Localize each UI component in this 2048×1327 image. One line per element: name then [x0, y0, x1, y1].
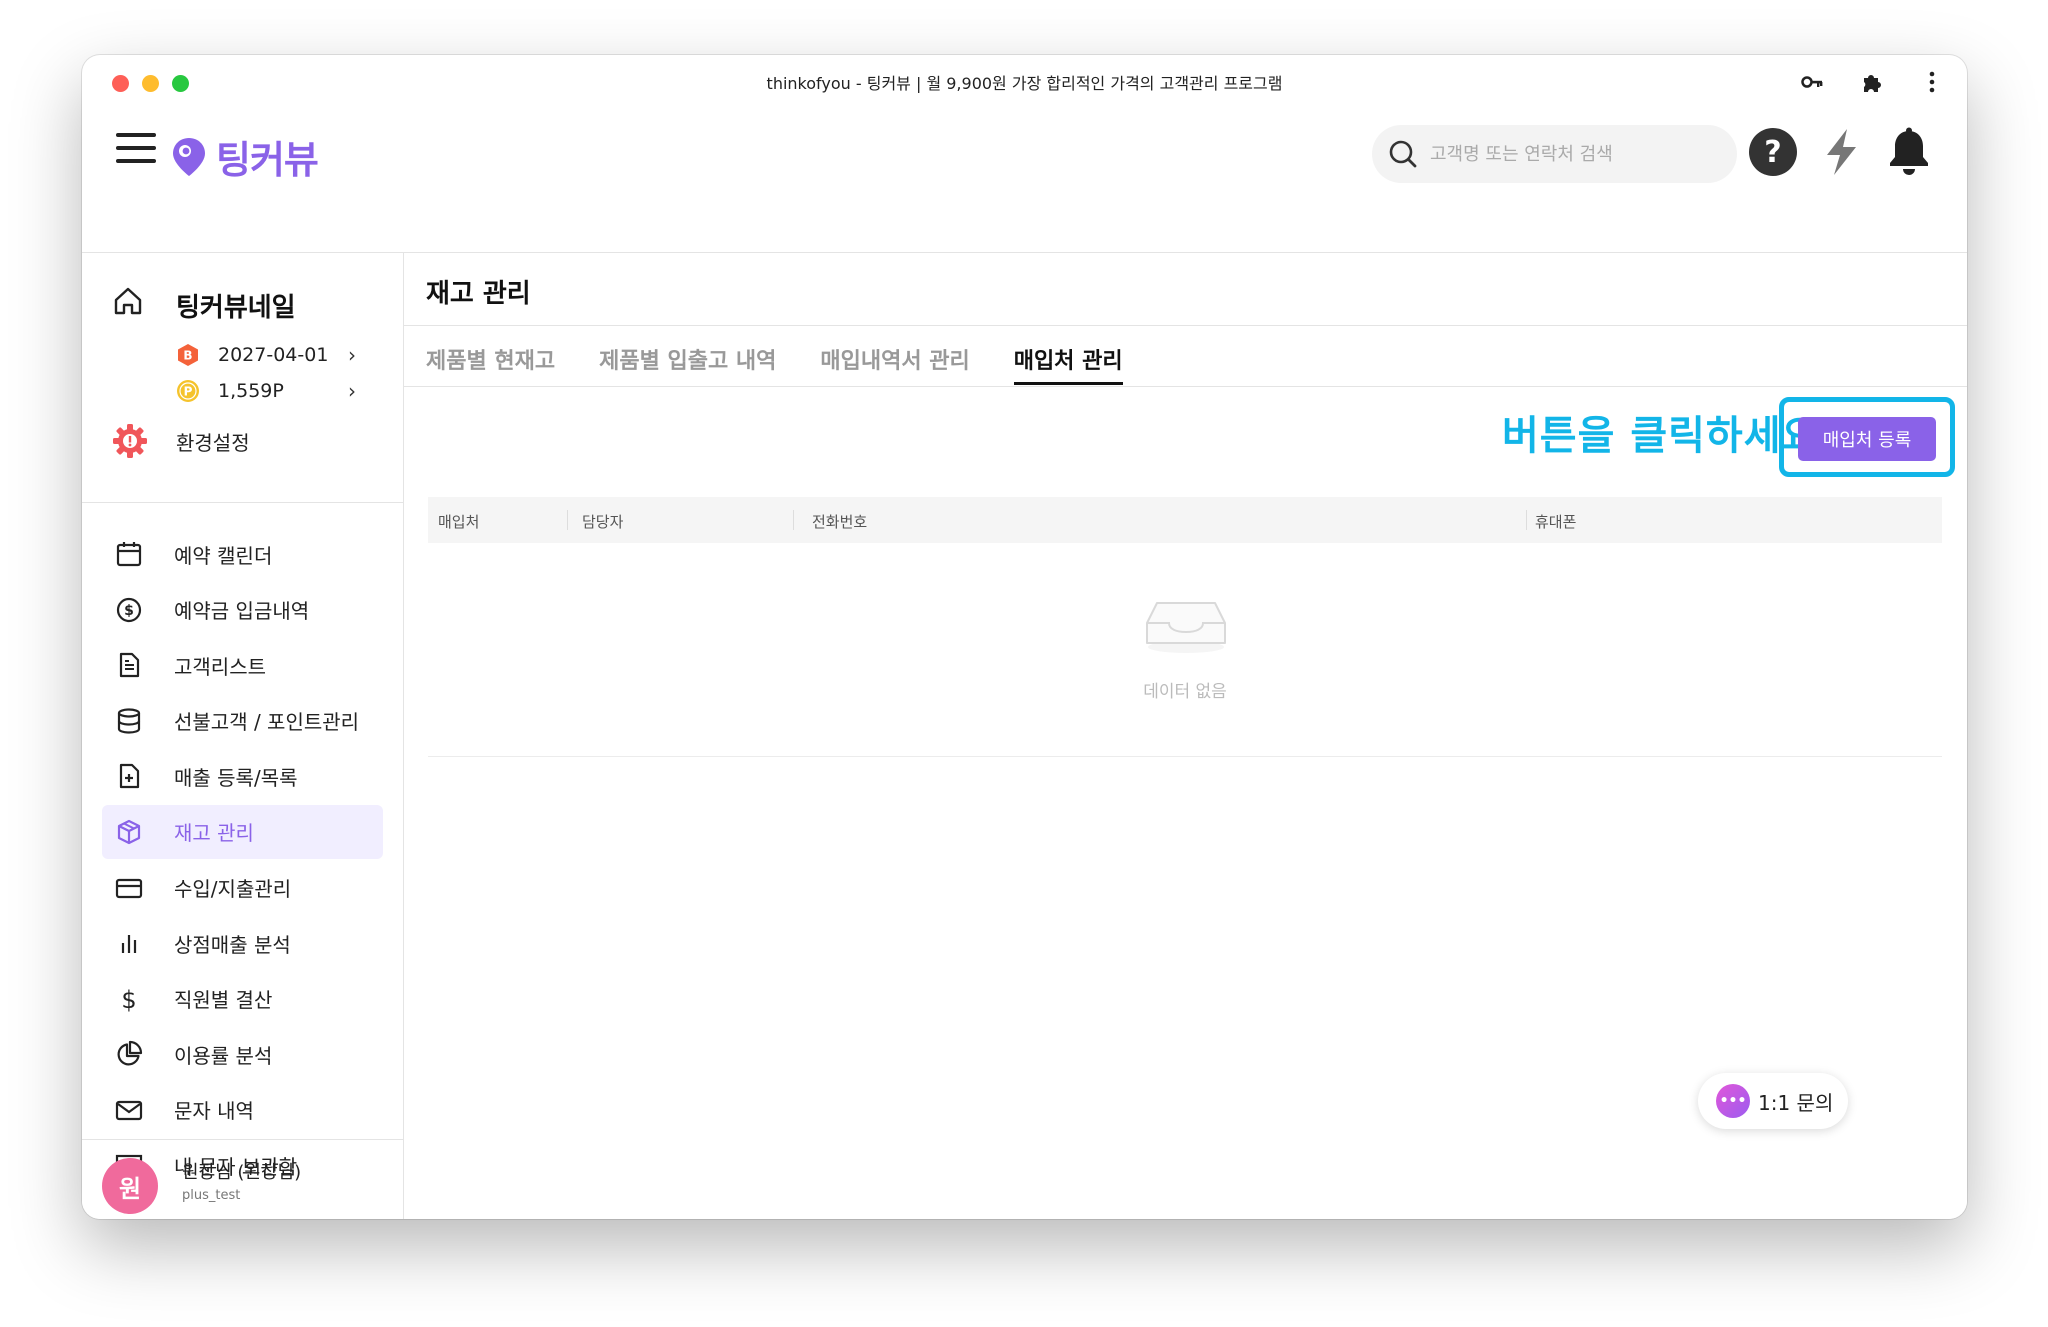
empty-inbox-icon: [1146, 602, 1226, 653]
tab-bar: 제품별 현재고 제품별 입출고 내역 매입내역서 관리 매입처 관리: [426, 333, 1123, 385]
empty-text: 데이터 없음: [1143, 682, 1227, 702]
tab-stock-in-out[interactable]: 제품별 입출고 내역: [599, 333, 776, 385]
home-icon[interactable]: [112, 285, 144, 321]
search-box[interactable]: [1372, 125, 1737, 183]
search-input[interactable]: [1430, 143, 1710, 165]
svg-text:B: B: [183, 349, 192, 363]
points-value: 1,559P: [218, 380, 284, 402]
sidebar-item-deposit-history[interactable]: $ 예약금 입금내역: [102, 583, 383, 637]
settings-label: 환경설정: [176, 430, 250, 455]
sidebar: 팅커뷰네일 B 2027-04-01 › P 1,559P › 환경설정 예약 …: [82, 253, 404, 1219]
svg-text:?: ?: [1764, 135, 1781, 170]
points-row[interactable]: P 1,559P ›: [176, 379, 356, 403]
column-header-phone[interactable]: 전화번호: [812, 511, 867, 532]
tab-purchase-statements[interactable]: 매입내역서 관리: [820, 333, 969, 385]
sidebar-item-prepaid-points[interactable]: 선불고객 / 포인트관리: [102, 694, 383, 748]
column-header-manager[interactable]: 담당자: [582, 511, 623, 532]
logo-text: 팅커뷰: [216, 138, 319, 182]
title-bar: thinkofyou - 팅커뷰 | 월 9,900원 가장 합리적인 가격의 …: [82, 55, 1967, 109]
chevron-right-icon: ›: [348, 379, 356, 403]
click-hint-annotation: 버튼을 클릭하세요: [1502, 413, 1820, 459]
app-window: thinkofyou - 팅커뷰 | 월 9,900원 가장 합리적인 가격의 …: [82, 55, 1967, 1219]
extension-icon[interactable]: [1859, 69, 1885, 95]
tab-supplier-management[interactable]: 매입처 관리: [1013, 333, 1123, 385]
sidebar-item-sms-history[interactable]: 문자 내역: [102, 1083, 383, 1137]
sidebar-item-reservation-calendar[interactable]: 예약 캘린더: [102, 527, 383, 581]
column-separator: [1526, 510, 1527, 530]
shop-info: 팅커뷰네일 B 2027-04-01 › P 1,559P › 환경설정: [82, 253, 403, 503]
bar-chart-icon: [114, 928, 144, 958]
chevron-right-icon: ›: [348, 343, 356, 367]
user-profile[interactable]: 원 원장님 (원장님) plus_test: [82, 1139, 403, 1219]
sidebar-item-sales-register[interactable]: 매출 등록/목록: [102, 749, 383, 803]
sidebar-item-store-sales-analysis[interactable]: 상점매출 분석: [102, 916, 383, 970]
document-icon: [114, 650, 144, 680]
dollar-circle-icon: $: [114, 595, 144, 625]
sidebar-item-inventory[interactable]: 재고 관리: [102, 804, 383, 859]
dollar-icon: $: [114, 984, 144, 1014]
search-icon: [1389, 140, 1417, 168]
logo-pin-icon: [173, 137, 205, 176]
lightning-icon[interactable]: [1814, 125, 1868, 179]
box-icon: [114, 817, 144, 847]
app-header: 팅커뷰 ?: [82, 109, 1967, 253]
profile-name: 원장님 (원장님): [182, 1162, 302, 1183]
svg-text:$: $: [124, 603, 134, 619]
file-plus-icon: [114, 761, 144, 791]
settings-gear-icon: [113, 424, 147, 458]
key-icon[interactable]: [1799, 69, 1825, 95]
divider: [404, 386, 1967, 387]
table-header: 매입처 담당자 전화번호 휴대폰: [428, 497, 1942, 543]
sidebar-item-income-expense[interactable]: 수입/지출관리: [102, 861, 383, 915]
window-title: thinkofyou - 팅커뷰 | 월 9,900원 가장 합리적인 가격의 …: [766, 74, 1283, 93]
close-window-button[interactable]: [112, 75, 129, 92]
title-bar-icons: [1799, 69, 1945, 95]
mail-icon: [114, 1095, 144, 1125]
tab-current-stock[interactable]: 제품별 현재고: [426, 333, 555, 385]
supplier-table: 매입처 담당자 전화번호 휴대폰 데이터 없음: [428, 497, 1942, 757]
help-icon[interactable]: ?: [1746, 125, 1800, 179]
credit-card-icon: [114, 873, 144, 903]
menu-icon[interactable]: [116, 133, 156, 163]
shop-name: 팅커뷰네일: [176, 293, 296, 323]
sidebar-menu: 예약 캘린더 $ 예약금 입금내역 고객리스트 선불고객 / 포인트관리 매출 …: [82, 527, 403, 1194]
column-header-mobile[interactable]: 휴대폰: [1535, 511, 1576, 532]
register-supplier-button[interactable]: 매입처 등록: [1798, 417, 1936, 461]
column-separator: [567, 510, 568, 530]
sidebar-item-usage-analysis[interactable]: 이용률 분석: [102, 1027, 383, 1081]
profile-id: plus_test: [182, 1188, 241, 1203]
chat-bubble-icon: •••: [1716, 1084, 1750, 1118]
divider: [404, 325, 1967, 326]
inquiry-chat-button[interactable]: ••• 1:1 문의: [1698, 1073, 1848, 1129]
column-header-supplier[interactable]: 매입처: [438, 511, 479, 532]
page-title: 재고 관리: [426, 279, 531, 309]
bell-icon[interactable]: [1882, 125, 1936, 179]
svg-text:$: $: [121, 986, 136, 1013]
avatar: 원: [102, 1158, 158, 1214]
pie-chart-icon: [114, 1039, 144, 1069]
chat-label: 1:1 문의: [1758, 1090, 1834, 1115]
sidebar-item-staff-settlement[interactable]: $ 직원별 결산: [102, 972, 383, 1026]
more-vertical-icon[interactable]: [1919, 69, 1945, 95]
empty-state: 데이터 없음: [428, 543, 1942, 757]
expiry-row[interactable]: B 2027-04-01 ›: [176, 343, 356, 367]
expiry-badge-icon: B: [178, 344, 198, 366]
database-icon: [114, 706, 144, 736]
points-badge-icon: P: [177, 380, 199, 402]
traffic-lights: [112, 75, 189, 92]
column-separator: [793, 510, 794, 530]
settings-row[interactable]: 환경설정: [112, 423, 250, 459]
sidebar-item-customer-list[interactable]: 고객리스트: [102, 638, 383, 692]
minimize-window-button[interactable]: [142, 75, 159, 92]
logo[interactable]: 팅커뷰: [170, 129, 319, 184]
calendar-icon: [114, 539, 144, 569]
svg-text:P: P: [184, 385, 193, 399]
zoom-window-button[interactable]: [172, 75, 189, 92]
expiry-date: 2027-04-01: [218, 344, 329, 366]
